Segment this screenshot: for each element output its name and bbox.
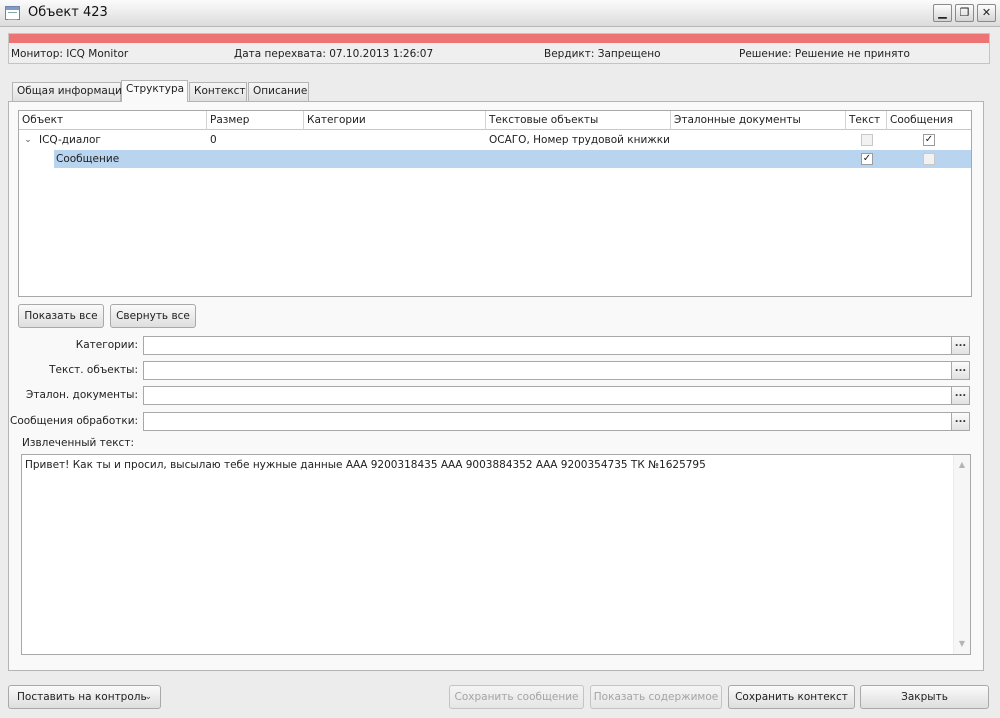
text-checkbox[interactable]: ✓ (861, 153, 873, 165)
column-header-messages[interactable]: Сообщения (887, 111, 971, 130)
text-checkbox[interactable] (861, 134, 873, 146)
close-window-button[interactable]: ✕ (977, 4, 996, 22)
extracted-text-content: Привет! Как ты и просил, высылаю тебе ну… (25, 459, 706, 471)
messages-checkbox[interactable] (923, 153, 935, 165)
window-icon (5, 6, 20, 20)
column-header-reference-docs[interactable]: Эталонные документы (671, 111, 846, 130)
save-message-button[interactable]: Сохранить сообщение (449, 685, 584, 709)
column-header-object[interactable]: Объект (19, 111, 207, 130)
window-title: Объект 423 (28, 5, 108, 20)
reference-docs-browse-button[interactable]: ... (951, 386, 970, 405)
status-verdict: Вердикт: Запрещено (544, 48, 661, 60)
table-row-selected[interactable]: Сообщение ✓ (19, 150, 971, 168)
chevron-down-icon: ⌄ (144, 692, 152, 702)
tab-structure[interactable]: Структура (121, 80, 188, 102)
put-on-control-label: Поставить на контроль (17, 691, 147, 703)
tab-general-info[interactable]: Общая информация (12, 82, 128, 101)
extracted-text-area[interactable]: Привет! Как ты и просил, высылаю тебе ну… (21, 454, 971, 655)
processing-messages-field[interactable] (143, 412, 952, 431)
text-objects-field[interactable] (143, 361, 952, 380)
put-on-control-dropdown[interactable]: Поставить на контроль ⌄ (8, 685, 161, 709)
reference-docs-field[interactable] (143, 386, 952, 405)
save-context-button[interactable]: Сохранить контекст (728, 685, 855, 709)
column-header-text[interactable]: Текст (846, 111, 887, 130)
verdict-color-bar (9, 34, 989, 43)
column-header-text-objects[interactable]: Текстовые объекты (486, 111, 671, 130)
status-capture-date: Дата перехвата: 07.10.2013 1:26:07 (234, 48, 434, 60)
messages-checkbox[interactable]: ✓ (923, 134, 935, 146)
minimize-button[interactable]: ▁ (933, 4, 952, 22)
reference-docs-label: Эталон. документы: (26, 389, 138, 401)
title-bar: Объект 423 ▁ ❐ ✕ (0, 0, 1000, 27)
table-row[interactable]: ⌄ ICQ-диалог 0 ОСАГО, Номер трудовой кни… (19, 131, 971, 149)
status-monitor: Монитор: ICQ Monitor (11, 48, 129, 60)
row-selection-highlight (54, 150, 971, 168)
grid-header: Объект Размер Категории Текстовые объект… (19, 111, 971, 130)
vertical-scrollbar[interactable]: ▲ ▼ (953, 455, 970, 654)
maximize-button[interactable]: ❐ (955, 4, 974, 22)
scroll-down-icon[interactable]: ▼ (954, 637, 970, 651)
show-content-button[interactable]: Показать содержимое (590, 685, 722, 709)
show-all-button[interactable]: Показать все (18, 304, 104, 328)
categories-field[interactable] (143, 336, 952, 355)
processing-messages-browse-button[interactable]: ... (951, 412, 970, 431)
scroll-up-icon[interactable]: ▲ (954, 458, 970, 472)
tab-context[interactable]: Контекст (189, 82, 247, 101)
column-header-size[interactable]: Размер (207, 111, 304, 130)
text-objects-label: Текст. объекты: (49, 364, 138, 376)
categories-browse-button[interactable]: ... (951, 336, 970, 355)
extracted-text-label: Извлеченный текст: (22, 437, 134, 449)
tab-description[interactable]: Описание (248, 82, 309, 101)
status-strip: Монитор: ICQ Monitor Дата перехвата: 07.… (8, 33, 990, 64)
text-objects-browse-button[interactable]: ... (951, 361, 970, 380)
processing-messages-label: Сообщения обработки: (10, 415, 139, 427)
close-button[interactable]: Закрыть (860, 685, 989, 709)
structure-tree-grid[interactable]: Объект Размер Категории Текстовые объект… (18, 110, 972, 297)
row-object-name: Сообщение (56, 153, 120, 165)
collapse-all-button[interactable]: Свернуть все (110, 304, 196, 328)
categories-label: Категории: (75, 339, 138, 351)
expand-chevron-icon[interactable]: ⌄ (23, 135, 33, 145)
row-size: 0 (210, 134, 217, 146)
row-object-name: ICQ-диалог (39, 134, 101, 146)
column-header-categories[interactable]: Категории (304, 111, 486, 130)
row-text-objects: ОСАГО, Номер трудовой книжки (489, 134, 670, 146)
status-decision: Решение: Решение не принято (739, 48, 910, 60)
